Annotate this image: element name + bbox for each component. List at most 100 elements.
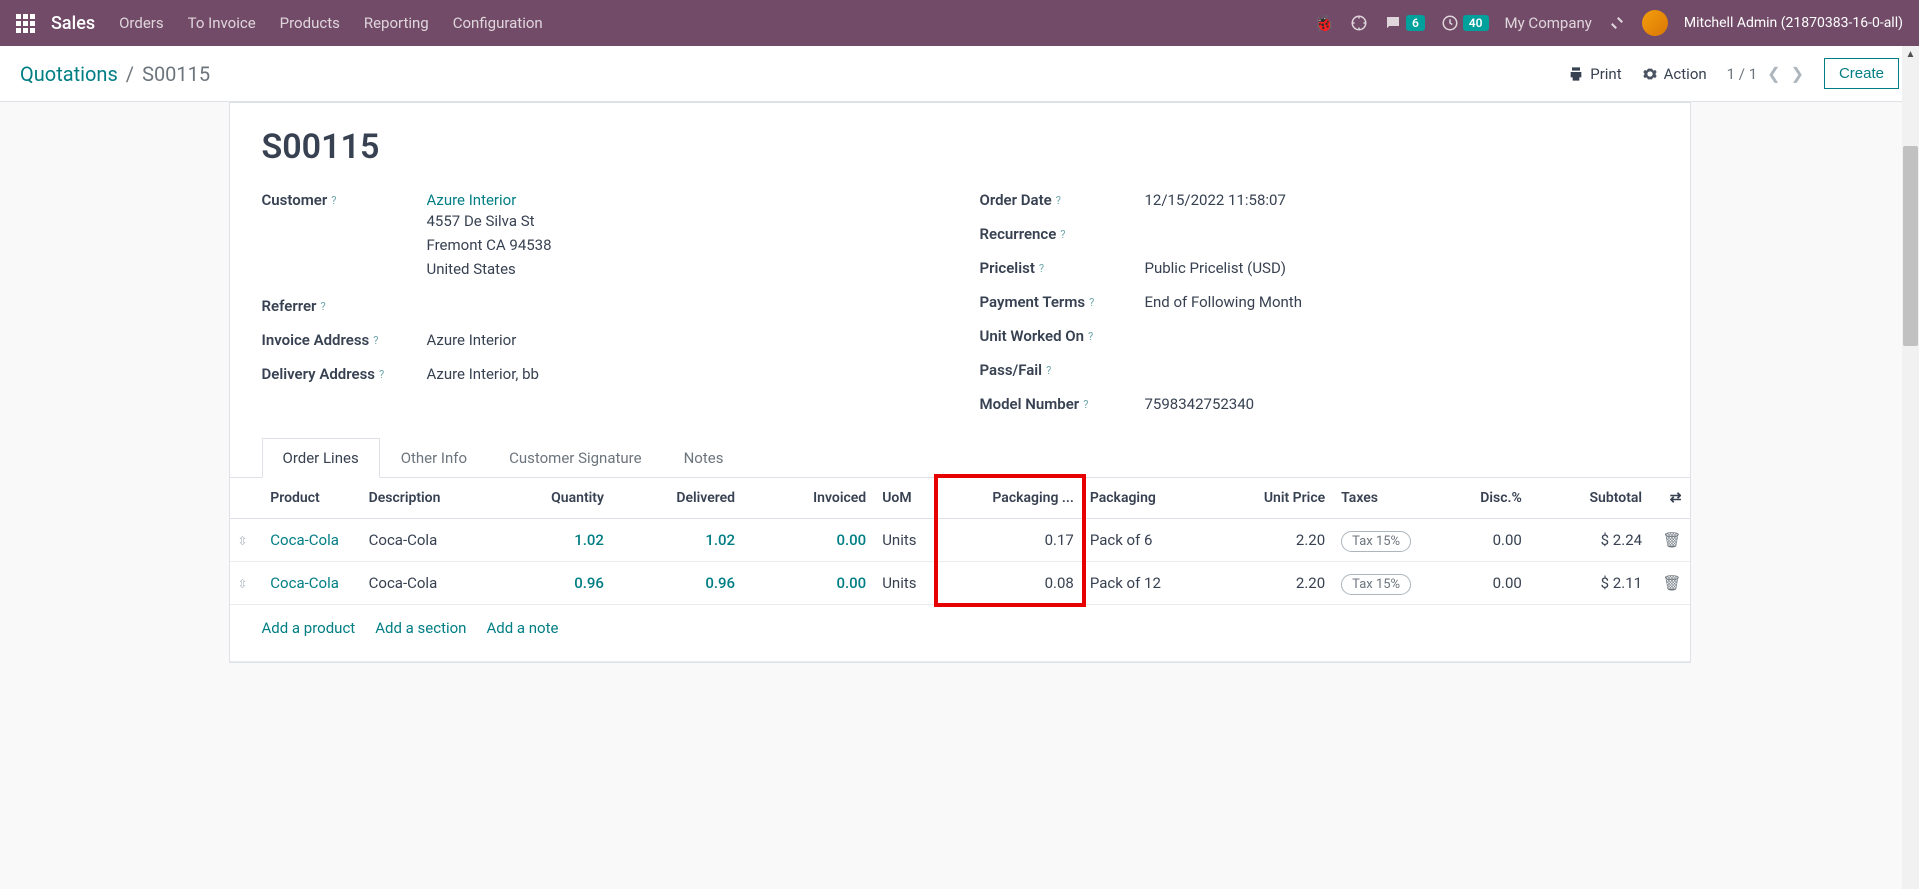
control-bar: Quotations / S00115 Print Action 1 / 1 ❮… bbox=[0, 46, 1919, 102]
pager-value[interactable]: 1 / 1 bbox=[1727, 65, 1758, 83]
col-packaging-qty[interactable]: Packaging ... bbox=[940, 478, 1082, 519]
nav-products[interactable]: Products bbox=[280, 14, 340, 32]
top-navbar: Sales Orders To Invoice Products Reporti… bbox=[0, 0, 1919, 46]
tab-other-info[interactable]: Other Info bbox=[380, 438, 488, 478]
table-row[interactable]: ⇳ Coca-Cola Coca-Cola 1.02 1.02 0.00 Uni… bbox=[230, 519, 1690, 562]
pager-prev[interactable]: ❮ bbox=[1767, 64, 1780, 83]
line-packaging-qty[interactable]: 0.08 bbox=[940, 562, 1082, 605]
line-delivered[interactable]: 0.96 bbox=[705, 574, 735, 592]
col-packaging[interactable]: Packaging bbox=[1082, 478, 1202, 519]
line-tax[interactable]: Tax 15% bbox=[1341, 531, 1411, 552]
invoice-address-label: Invoice Address? bbox=[262, 331, 427, 349]
referrer-label: Referrer? bbox=[262, 297, 427, 315]
activities-icon[interactable]: 40 bbox=[1441, 14, 1489, 32]
breadcrumb-parent[interactable]: Quotations bbox=[20, 62, 118, 86]
line-invoiced[interactable]: 0.00 bbox=[836, 531, 866, 549]
vertical-scrollbar[interactable]: ▲ bbox=[1902, 46, 1919, 889]
action-button[interactable]: Action bbox=[1642, 65, 1707, 83]
tab-customer-signature[interactable]: Customer Signature bbox=[488, 438, 663, 478]
print-button[interactable]: Print bbox=[1568, 65, 1621, 83]
user-name[interactable]: Mitchell Admin (21870383-16-0-all) bbox=[1684, 15, 1903, 31]
col-description[interactable]: Description bbox=[361, 478, 492, 519]
line-unit-price[interactable]: 2.20 bbox=[1202, 562, 1333, 605]
line-quantity[interactable]: 1.02 bbox=[574, 531, 604, 549]
delete-line-icon[interactable]: 🗑 bbox=[1662, 574, 1681, 592]
scrollbar-thumb[interactable] bbox=[1903, 146, 1918, 346]
line-disc[interactable]: 0.00 bbox=[1421, 562, 1530, 605]
line-quantity[interactable]: 0.96 bbox=[574, 574, 604, 592]
scroll-up-arrow[interactable]: ▲ bbox=[1902, 46, 1919, 63]
module-brand[interactable]: Sales bbox=[51, 13, 95, 34]
col-unit-price[interactable]: Unit Price bbox=[1202, 478, 1333, 519]
nav-configuration[interactable]: Configuration bbox=[453, 14, 543, 32]
tab-order-lines[interactable]: Order Lines bbox=[262, 438, 380, 478]
create-button[interactable]: Create bbox=[1824, 58, 1899, 89]
line-invoiced[interactable]: 0.00 bbox=[836, 574, 866, 592]
recurrence-label: Recurrence? bbox=[980, 225, 1145, 243]
tools-icon[interactable] bbox=[1608, 14, 1626, 32]
delete-line-icon[interactable]: 🗑 bbox=[1662, 531, 1681, 549]
nav-orders[interactable]: Orders bbox=[119, 14, 164, 32]
line-product[interactable]: Coca-Cola bbox=[270, 574, 339, 592]
line-description[interactable]: Coca-Cola bbox=[361, 562, 492, 605]
order-date-value[interactable]: 12/15/2022 11:58:07 bbox=[1145, 191, 1658, 209]
customer-addr2: Fremont CA 94538 bbox=[427, 233, 940, 257]
nav-links: Orders To Invoice Products Reporting Con… bbox=[119, 14, 543, 32]
customer-addr3: United States bbox=[427, 257, 940, 281]
company-switcher[interactable]: My Company bbox=[1505, 14, 1592, 32]
col-product[interactable]: Product bbox=[262, 478, 360, 519]
form-tabs: Order Lines Other Info Customer Signatur… bbox=[230, 437, 1690, 478]
toggle-columns-icon[interactable]: ⇄ bbox=[1670, 490, 1682, 506]
debug-icon[interactable]: 🐞 bbox=[1314, 14, 1334, 33]
col-uom[interactable]: UoM bbox=[874, 478, 940, 519]
customer-value[interactable]: Azure Interior 4557 De Silva St Fremont … bbox=[427, 191, 940, 281]
apps-menu-icon[interactable] bbox=[16, 14, 35, 33]
breadcrumb-separator: / bbox=[126, 62, 134, 86]
line-packaging[interactable]: Pack of 6 bbox=[1082, 519, 1202, 562]
support-icon[interactable] bbox=[1350, 14, 1368, 32]
print-label: Print bbox=[1590, 65, 1621, 83]
line-delivered[interactable]: 1.02 bbox=[705, 531, 735, 549]
drag-handle-icon[interactable]: ⇳ bbox=[238, 534, 248, 548]
pricelist-value[interactable]: Public Pricelist (USD) bbox=[1145, 259, 1658, 277]
line-product[interactable]: Coca-Cola bbox=[270, 531, 339, 549]
unit-worked-label: Unit Worked On? bbox=[980, 327, 1145, 345]
col-subtotal[interactable]: Subtotal bbox=[1530, 478, 1650, 519]
col-quantity[interactable]: Quantity bbox=[492, 478, 612, 519]
drag-handle-icon[interactable]: ⇳ bbox=[238, 577, 248, 591]
line-packaging[interactable]: Pack of 12 bbox=[1082, 562, 1202, 605]
col-disc[interactable]: Disc.% bbox=[1421, 478, 1530, 519]
print-icon bbox=[1568, 66, 1584, 82]
line-packaging-qty[interactable]: 0.17 bbox=[940, 519, 1082, 562]
customer-label: Customer? bbox=[262, 191, 427, 209]
line-uom[interactable]: Units bbox=[874, 519, 940, 562]
col-delivered[interactable]: Delivered bbox=[612, 478, 743, 519]
pager-next[interactable]: ❯ bbox=[1791, 64, 1804, 83]
user-avatar[interactable] bbox=[1642, 10, 1668, 36]
add-product-link[interactable]: Add a product bbox=[262, 619, 356, 637]
table-row[interactable]: ⇳ Coca-Cola Coca-Cola 0.96 0.96 0.00 Uni… bbox=[230, 562, 1690, 605]
line-disc[interactable]: 0.00 bbox=[1421, 519, 1530, 562]
invoice-address-value[interactable]: Azure Interior bbox=[427, 331, 940, 349]
col-invoiced[interactable]: Invoiced bbox=[743, 478, 874, 519]
model-number-value[interactable]: 7598342752340 bbox=[1145, 395, 1658, 413]
line-tax[interactable]: Tax 15% bbox=[1341, 574, 1411, 595]
payment-terms-value[interactable]: End of Following Month bbox=[1145, 293, 1658, 311]
messages-icon[interactable]: 6 bbox=[1384, 14, 1425, 32]
pass-fail-label: Pass/Fail? bbox=[980, 361, 1145, 379]
nav-to-invoice[interactable]: To Invoice bbox=[188, 14, 256, 32]
add-note-link[interactable]: Add a note bbox=[486, 619, 558, 637]
customer-link[interactable]: Azure Interior bbox=[427, 191, 517, 209]
model-number-label: Model Number? bbox=[980, 395, 1145, 413]
line-description[interactable]: Coca-Cola bbox=[361, 519, 492, 562]
col-taxes[interactable]: Taxes bbox=[1333, 478, 1420, 519]
line-uom[interactable]: Units bbox=[874, 562, 940, 605]
delivery-address-value[interactable]: Azure Interior, bb bbox=[427, 365, 940, 383]
tab-notes[interactable]: Notes bbox=[663, 438, 745, 478]
form-sheet: S00115 Customer? Azure Interior 4557 De … bbox=[229, 102, 1691, 663]
nav-reporting[interactable]: Reporting bbox=[364, 14, 429, 32]
add-section-link[interactable]: Add a section bbox=[375, 619, 466, 637]
breadcrumb: Quotations / S00115 bbox=[20, 62, 210, 86]
line-unit-price[interactable]: 2.20 bbox=[1202, 519, 1333, 562]
gear-icon bbox=[1642, 66, 1658, 82]
